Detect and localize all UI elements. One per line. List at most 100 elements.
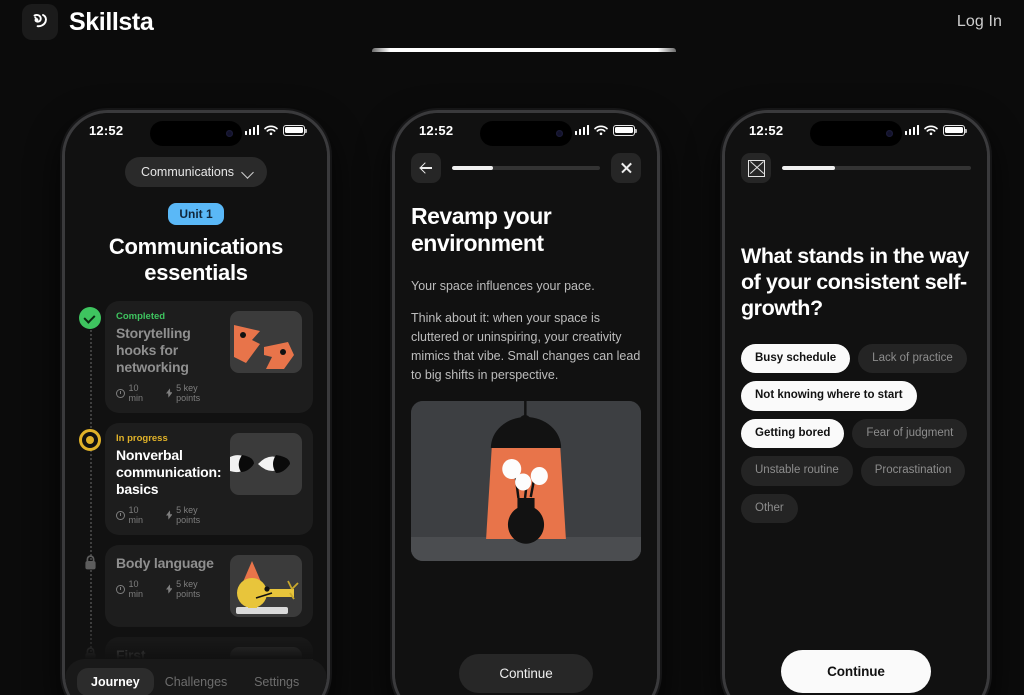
- lesson-main: Body language 10 min 5 key points: [116, 555, 221, 617]
- battery-icon: [943, 124, 967, 136]
- lesson-title: Nonverbal communication: basics: [116, 447, 222, 498]
- clock-icon: [116, 388, 125, 398]
- phone1-status-bar: 12:52: [65, 113, 327, 147]
- option-chip[interactable]: Procrastination: [860, 456, 966, 486]
- lesson-title: Storytelling hooks for networking: [116, 324, 191, 375]
- battery-icon: [283, 124, 307, 136]
- clock-icon: [116, 510, 125, 520]
- phone2-body: Revamp your environment Your space influ…: [395, 183, 657, 562]
- chevron-down-icon: [243, 167, 254, 178]
- lesson-title: Body language: [116, 555, 214, 572]
- status-time: 12:52: [749, 122, 784, 138]
- lesson-keypoints-label: 5 key points: [176, 383, 201, 404]
- battery-icon: [613, 124, 637, 136]
- front-camera-icon: [556, 130, 563, 137]
- phone1-screen: 12:52 Communications Unit 1 Communicatio…: [65, 113, 327, 695]
- phone3-cta-wrap: Continue: [725, 650, 987, 693]
- unit-title: Communications essentials: [108, 234, 284, 286]
- cellular-bars-icon: [574, 125, 589, 135]
- lesson-progress-fill: [452, 166, 494, 170]
- bottom-tab-bar: Journey Challenges Settings: [65, 659, 327, 695]
- wifi-icon: [924, 125, 938, 135]
- phone-lesson: 12:52 Revamp your environment Your space…: [392, 110, 660, 695]
- list-item[interactable]: Completed Storytelling hooks for network…: [79, 300, 313, 414]
- question-text: What stands in the way of your consisten…: [741, 244, 969, 321]
- phone3-nav: [725, 147, 987, 183]
- close-button[interactable]: [611, 153, 641, 183]
- status-time: 12:52: [89, 122, 124, 138]
- brand-name: Skillsta: [69, 7, 154, 36]
- yellow-face-illustration: [230, 555, 302, 618]
- lesson-paragraph: Think about it: when your space is clutt…: [411, 311, 641, 382]
- page-title: Revamp your environment: [411, 203, 552, 257]
- close-x-icon: [620, 162, 633, 175]
- eyes-illustration: [230, 433, 302, 496]
- lesson-card[interactable]: Completed Storytelling hooks for network…: [105, 300, 313, 414]
- phone2-nav: [395, 147, 657, 183]
- phone3-status-bar: 12:52: [725, 113, 987, 147]
- orange-hands-illustration: [230, 310, 302, 373]
- lesson-lead: Your space influences your pace.: [411, 279, 595, 294]
- lesson-duration-label: 10 min: [128, 383, 144, 404]
- phone1-body: Communications Unit 1 Communications ess…: [65, 147, 327, 695]
- option-chip[interactable]: Other: [741, 493, 798, 524]
- phone2-status-bar: 12:52: [395, 113, 657, 147]
- status-time: 12:52: [419, 122, 454, 138]
- brand[interactable]: Skillsta: [22, 4, 154, 40]
- lightning-bolt-icon: [165, 584, 173, 595]
- continue-button[interactable]: Continue: [459, 654, 593, 693]
- option-chip[interactable]: Unstable routine: [741, 456, 853, 486]
- lamp-and-vase-illustration: [411, 401, 641, 562]
- status-badge: In progress: [116, 433, 168, 445]
- cellular-bars-icon: [904, 125, 919, 135]
- option-chip[interactable]: Getting bored: [741, 418, 845, 449]
- status-icons: [574, 124, 637, 136]
- answer-options: Busy schedule Lack of practice Not knowi…: [741, 343, 971, 524]
- tab-settings[interactable]: Settings: [238, 668, 315, 695]
- option-chip[interactable]: Fear of judgment: [852, 418, 968, 449]
- tab-challenges[interactable]: Challenges: [158, 668, 235, 695]
- lesson-duration: 10 min: [116, 383, 154, 403]
- ring-icon: [79, 429, 101, 452]
- clock-icon: [116, 584, 125, 594]
- continue-button[interactable]: Continue: [781, 650, 931, 693]
- lightning-bolt-icon: [165, 510, 173, 520]
- site-header: Skillsta Log In: [0, 0, 1024, 44]
- phones-stage: 12:52 Communications Unit 1 Communicatio…: [0, 0, 1024, 695]
- lock-icon: [79, 551, 101, 573]
- wifi-icon: [594, 125, 608, 135]
- list-item[interactable]: Body language 10 min 5 key points: [84, 545, 313, 628]
- back-button[interactable]: [411, 153, 441, 183]
- lesson-duration-label: 10 min: [128, 579, 144, 600]
- lesson-progress-bar: [452, 166, 600, 170]
- cellular-bars-icon: [244, 125, 259, 135]
- phone3-body: What stands in the way of your consisten…: [725, 183, 987, 524]
- status-badge: Completed: [116, 310, 166, 322]
- unit-badge: Unit 1: [168, 203, 224, 225]
- phone3-screen: 12:52 What stands in the way of your con…: [725, 113, 987, 695]
- close-button[interactable]: [741, 153, 771, 183]
- list-fade: [65, 625, 327, 659]
- front-camera-icon: [886, 130, 893, 137]
- phone2-cta-wrap: Continue: [395, 654, 657, 693]
- option-chip[interactable]: Busy schedule: [741, 343, 851, 374]
- dynamic-island: [810, 121, 902, 146]
- boxed-x-icon: [747, 159, 765, 177]
- tab-journey[interactable]: Journey: [77, 668, 154, 695]
- course-selector[interactable]: Communications: [124, 157, 268, 187]
- login-link[interactable]: Log In: [957, 13, 1002, 31]
- option-chip[interactable]: Lack of practice: [858, 343, 967, 374]
- wifi-icon: [264, 125, 278, 135]
- option-chip[interactable]: Not knowing where to start: [741, 381, 917, 411]
- list-item[interactable]: In progress Nonverbal communication: bas…: [79, 423, 313, 536]
- arrow-left-icon: [420, 162, 432, 174]
- lesson-keypoints: 5 key points: [165, 579, 221, 599]
- check-icon: [79, 306, 101, 329]
- lesson-duration: 10 min: [116, 579, 154, 599]
- lightning-bolt-icon: [165, 388, 173, 398]
- lesson-card[interactable]: In progress Nonverbal communication: bas…: [105, 423, 313, 536]
- lesson-keypoints: 5 key points: [165, 505, 221, 525]
- lesson-duration-label: 10 min: [128, 505, 144, 526]
- lesson-card[interactable]: Body language 10 min 5 key points: [105, 545, 313, 628]
- lesson-duration: 10 min: [116, 505, 154, 525]
